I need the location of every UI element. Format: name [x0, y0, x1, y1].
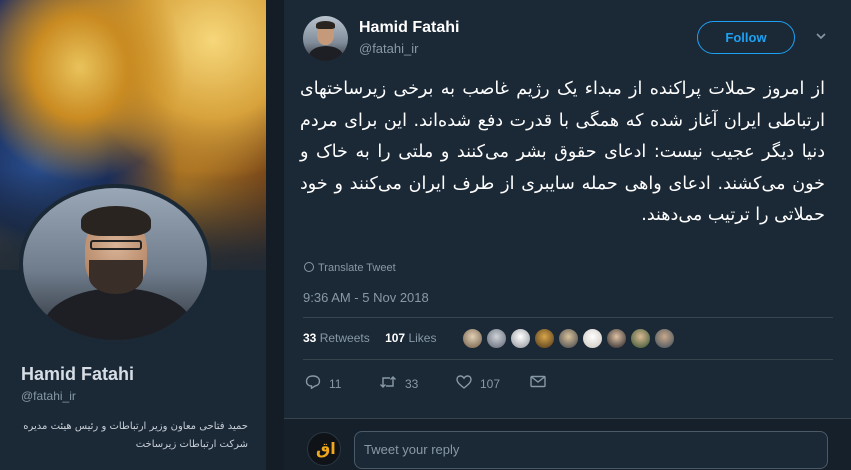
likes-count: 107	[385, 331, 406, 345]
likers-avatars	[462, 328, 702, 350]
liker-avatar[interactable]	[534, 328, 555, 349]
reply-composer: اق Tweet your reply	[284, 418, 851, 470]
message-action[interactable]	[530, 375, 554, 392]
liker-avatar[interactable]	[582, 328, 603, 349]
liker-avatar[interactable]	[462, 328, 483, 349]
retweet-icon	[379, 375, 397, 393]
divider	[303, 317, 833, 318]
liker-avatar[interactable]	[606, 328, 627, 349]
profile-handle[interactable]: @fatahi_ir	[21, 389, 76, 403]
retweet-action[interactable]: 33	[379, 375, 418, 393]
author-avatar[interactable]	[303, 16, 348, 61]
tweet-stats: 33 Retweets 107 Likes	[303, 331, 436, 345]
like-action[interactable]: 107	[456, 375, 500, 393]
author-handle[interactable]: @fatahi_ir	[359, 41, 418, 56]
author-name[interactable]: Hamid Fatahi	[359, 19, 459, 37]
tweet-timestamp[interactable]: 9:36 AM - 5 Nov 2018	[303, 290, 429, 305]
profile-avatar[interactable]	[19, 184, 211, 344]
envelope-icon	[530, 375, 546, 392]
column-gap	[266, 0, 284, 470]
reply-action[interactable]: 11	[305, 375, 341, 393]
liker-avatar[interactable]	[510, 328, 531, 349]
current-user-avatar[interactable]: اق	[307, 432, 341, 466]
reply-count: 11	[329, 377, 342, 391]
like-count: 107	[480, 377, 501, 391]
reply-icon	[305, 375, 321, 393]
profile-name[interactable]: Hamid Fatahi	[21, 364, 134, 385]
follow-button[interactable]: Follow	[697, 21, 795, 54]
divider	[303, 359, 833, 360]
liker-avatar[interactable]	[558, 328, 579, 349]
chevron-down-icon[interactable]	[814, 30, 828, 44]
tweet-text: از امروز حملات پراکنده از مبداء یک رژیم …	[300, 79, 825, 225]
likes-label: Likes	[408, 331, 437, 345]
retweets-stat[interactable]: 33 Retweets	[303, 331, 382, 345]
retweet-count: 33	[405, 377, 419, 391]
retweets-count: 33	[303, 331, 317, 345]
reply-input[interactable]: Tweet your reply	[354, 431, 828, 469]
liker-avatar[interactable]	[486, 328, 507, 349]
globe-icon	[304, 262, 314, 272]
tweet-panel: Hamid Fatahi @fatahi_ir Follow از امروز …	[284, 0, 851, 470]
likes-stat[interactable]: 107 Likes	[385, 331, 436, 345]
liker-avatar[interactable]	[654, 328, 675, 349]
translate-link[interactable]: Translate Tweet	[304, 262, 396, 274]
translate-label: Translate Tweet	[318, 262, 396, 274]
profile-card: Hamid Fatahi @fatahi_ir حمید فتاحی معاون…	[0, 0, 266, 470]
profile-bio: حمید فتاحی معاون وزیر ارتباطات و رئیس هی…	[23, 421, 248, 450]
liker-avatar[interactable]	[630, 328, 651, 349]
retweets-label: Retweets	[319, 331, 370, 345]
heart-icon	[456, 375, 472, 393]
